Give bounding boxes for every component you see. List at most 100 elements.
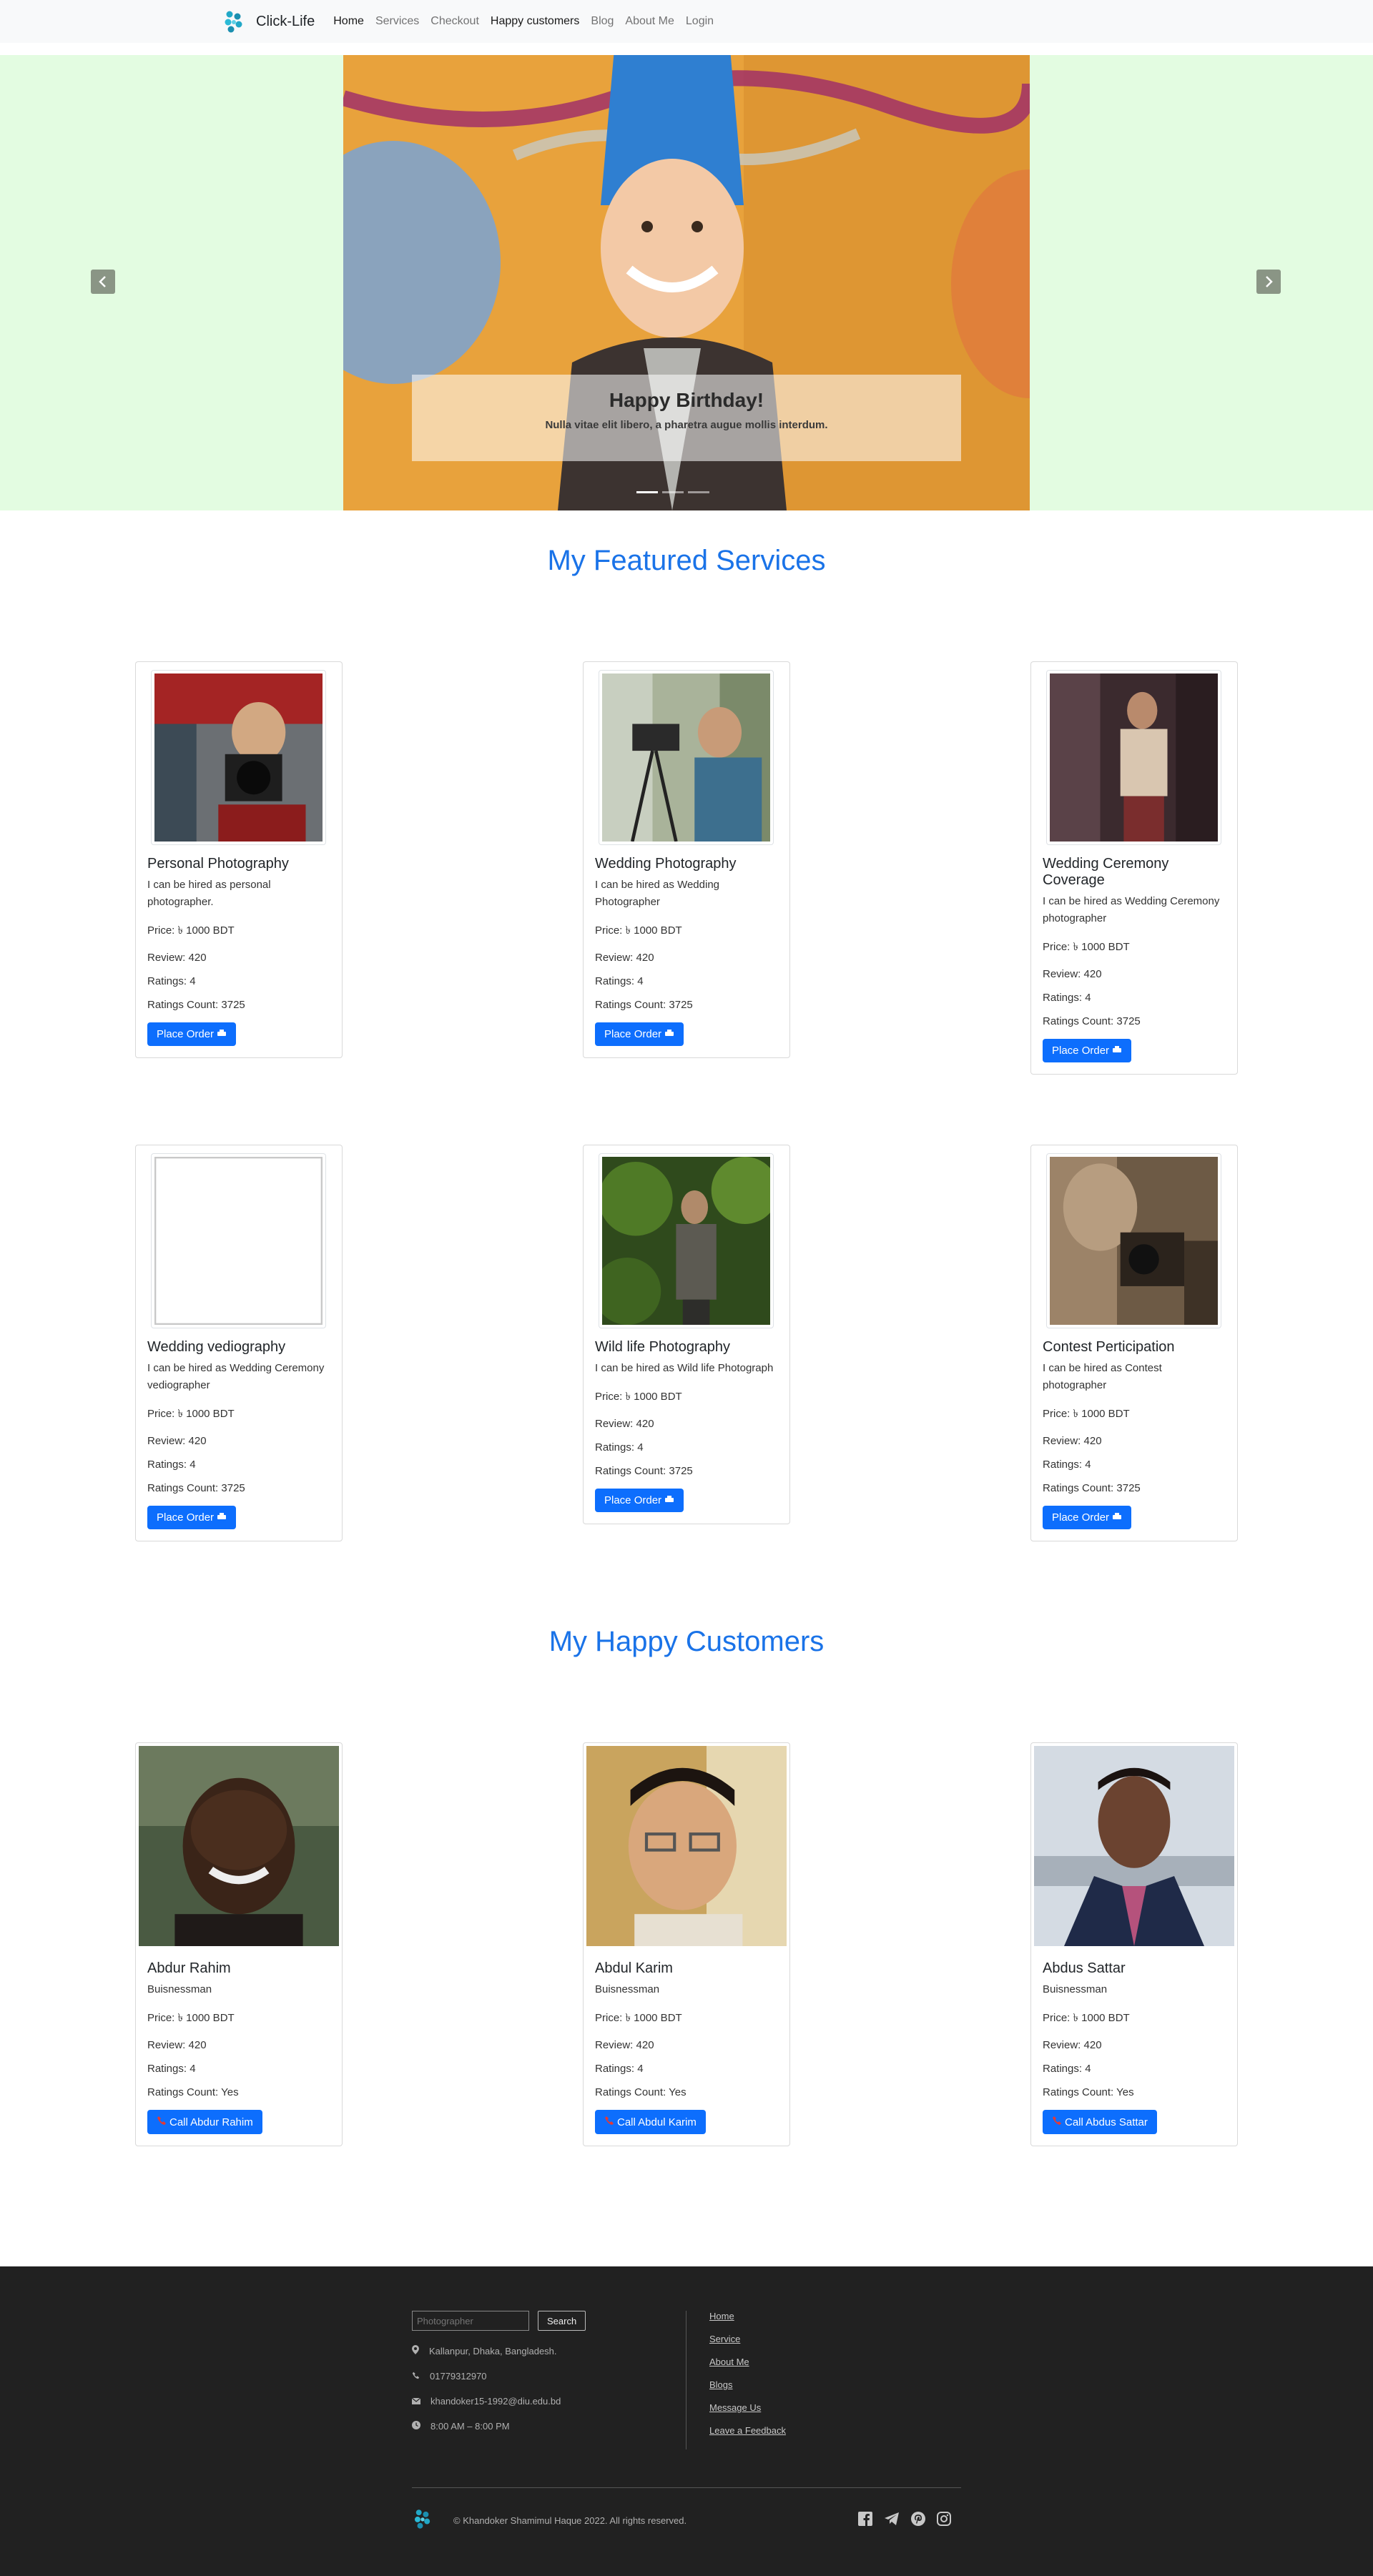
chevron-left-icon <box>99 276 106 287</box>
service-description: I can be hired as Wedding Photographer <box>595 879 720 908</box>
call-customer-button[interactable]: Call Abdur Rahim <box>147 2110 262 2134</box>
service-review: Review: 420 <box>595 1418 654 1430</box>
customer-photo <box>586 1746 787 1946</box>
service-review: Review: 420 <box>147 952 207 964</box>
place-order-button[interactable]: Place Order <box>595 1489 684 1512</box>
service-ratings: Ratings: 4 <box>595 975 644 987</box>
telegram-icon[interactable] <box>884 2512 900 2530</box>
nav-about-me[interactable]: About Me <box>625 15 674 28</box>
nav-login[interactable]: Login <box>686 15 714 28</box>
customers-title: My Happy Customers <box>548 1626 825 1657</box>
footer-link-service[interactable]: Service <box>709 2334 786 2344</box>
instagram-icon[interactable] <box>937 2512 951 2530</box>
place-order-button[interactable]: Place Order <box>1043 1506 1132 1529</box>
service-card: Wild life Photography I can be hired as … <box>583 1145 790 1524</box>
place-order-button[interactable]: Place Order <box>1043 1039 1132 1062</box>
customer-review: Review: 420 <box>1043 2039 1102 2051</box>
carousel-indicator[interactable] <box>636 491 658 493</box>
hero-carousel: Happy Birthday! Nulla vitae elit libero,… <box>0 55 1373 510</box>
clock-icon <box>412 2421 420 2432</box>
call-button-label: Call Abdur Rahim <box>169 2116 253 2128</box>
service-card: Wedding vediography I can be hired as We… <box>135 1145 343 1541</box>
facebook-icon[interactable] <box>858 2512 872 2530</box>
nav-home[interactable]: Home <box>333 15 364 28</box>
carousel-indicator[interactable] <box>662 491 684 493</box>
customer-price: Price: ৳ 1000 BDT <box>595 2012 682 2024</box>
service-image <box>594 1153 779 1328</box>
place-order-button[interactable]: Place Order <box>147 1022 237 1046</box>
service-card: Personal Photography I can be hired as p… <box>135 661 343 1058</box>
customer-ratings: Ratings: 4 <box>595 2063 644 2075</box>
place-order-label: Place Order <box>157 1511 215 1524</box>
place-order-button[interactable]: Place Order <box>147 1506 237 1529</box>
caption-text: Nulla vitae elit libero, a pharetra augu… <box>545 419 828 431</box>
service-ratings-count: Ratings Count: 3725 <box>147 999 245 1011</box>
footer-link-home[interactable]: Home <box>709 2311 786 2321</box>
services-title: My Featured Services <box>547 545 826 576</box>
email-text: khandoker15-1992@diu.edu.bd <box>430 2396 561 2407</box>
customer-review: Review: 420 <box>147 2039 207 2051</box>
navbar: Click-Life Home Services Checkout Happy … <box>0 0 1373 43</box>
cart-icon <box>217 1511 227 1524</box>
service-card: Contest Perticipation I can be hired as … <box>1030 1145 1238 1541</box>
customer-photo <box>1034 1746 1234 1946</box>
customer-role: Buisnessman <box>147 1983 212 1995</box>
customer-role: Buisnessman <box>1043 1983 1108 1995</box>
footer-logo-icon <box>412 2508 433 2533</box>
service-price: Price: ৳ 1000 BDT <box>595 1391 682 1403</box>
nav-happy-customers[interactable]: Happy customers <box>491 15 580 28</box>
nav-checkout[interactable]: Checkout <box>430 15 479 28</box>
brand-name: Click-Life <box>256 13 315 29</box>
service-ratings-count: Ratings Count: 3725 <box>595 999 693 1011</box>
pinterest-icon[interactable] <box>911 2512 925 2530</box>
customer-name: Abdur Rahim <box>147 1960 231 1976</box>
brand[interactable]: Click-Life <box>222 9 315 34</box>
footer-link-message-us[interactable]: Message Us <box>709 2402 786 2413</box>
hours-row: 8:00 AM – 8:00 PM <box>412 2421 655 2432</box>
footer-link-blogs[interactable]: Blogs <box>709 2379 786 2390</box>
service-image <box>599 670 774 845</box>
carousel-next-button[interactable] <box>1256 270 1281 294</box>
services-row: Wedding vediography I can be hired as We… <box>0 1145 1373 1541</box>
footer-bottom: © Khandoker Shamimul Haque 2022. All rig… <box>412 2508 961 2533</box>
copyright-text: © Khandoker Shamimul Haque 2022. All rig… <box>453 2515 687 2526</box>
customer-card: Abdus Sattar Buisnessman Price: ৳ 1000 B… <box>1030 1742 1238 2146</box>
service-ratings: Ratings: 4 <box>1043 992 1091 1004</box>
service-name: Wedding vediography <box>147 1339 286 1355</box>
address-row: Kallanpur, Dhaka, Bangladesh. <box>412 2345 655 2357</box>
phone-icon <box>412 2371 420 2382</box>
footer-link-feedback[interactable]: Leave a Feedback <box>709 2425 786 2436</box>
carousel-indicator[interactable] <box>688 491 709 493</box>
service-image <box>151 670 326 845</box>
customer-ratings: Ratings: 4 <box>1043 2063 1091 2075</box>
carousel-prev-button[interactable] <box>91 270 115 294</box>
service-name: Wedding Photography <box>595 856 737 872</box>
service-review: Review: 420 <box>147 1435 207 1447</box>
customer-card: Abdul Karim Buisnessman Price: ৳ 1000 BD… <box>583 1742 790 2146</box>
place-order-label: Place Order <box>604 1028 662 1040</box>
search-input[interactable] <box>412 2311 529 2331</box>
caption-title: Happy Birthday! <box>609 389 764 411</box>
nav-blog[interactable]: Blog <box>591 15 614 28</box>
place-order-button[interactable]: Place Order <box>595 1022 684 1046</box>
search-button[interactable]: Search <box>538 2311 586 2331</box>
call-button-label: Call Abdus Sattar <box>1065 2116 1148 2128</box>
customer-card: Abdur Rahim Buisnessman Price: ৳ 1000 BD… <box>135 1742 343 2146</box>
call-customer-button[interactable]: Call Abdul Karim <box>595 2110 706 2134</box>
service-ratings-count: Ratings Count: 3725 <box>595 1465 693 1477</box>
email-row: khandoker15-1992@diu.edu.bd <box>411 2396 655 2407</box>
call-customer-button[interactable]: Call Abdus Sattar <box>1043 2110 1157 2134</box>
footer: Search Kallanpur, Dhaka, Bangladesh. 017… <box>0 2266 1373 2576</box>
call-button-label: Call Abdul Karim <box>617 2116 697 2128</box>
carousel-indicators <box>636 491 709 493</box>
service-price: Price: ৳ 1000 BDT <box>147 924 235 937</box>
nav-services[interactable]: Services <box>375 15 419 28</box>
service-name: Contest Perticipation <box>1043 1339 1175 1355</box>
customers-row: Abdur Rahim Buisnessman Price: ৳ 1000 BD… <box>0 1742 1373 2146</box>
service-ratings-count: Ratings Count: 3725 <box>147 1482 245 1494</box>
service-description: I can be hired as personal photographer. <box>147 879 271 908</box>
place-order-label: Place Order <box>1052 1045 1110 1057</box>
footer-link-about-me[interactable]: About Me <box>709 2357 786 2367</box>
customer-ratings-count: Ratings Count: Yes <box>595 2086 686 2098</box>
service-card: Wedding Ceremony Coverage I can be hired… <box>1030 661 1238 1075</box>
